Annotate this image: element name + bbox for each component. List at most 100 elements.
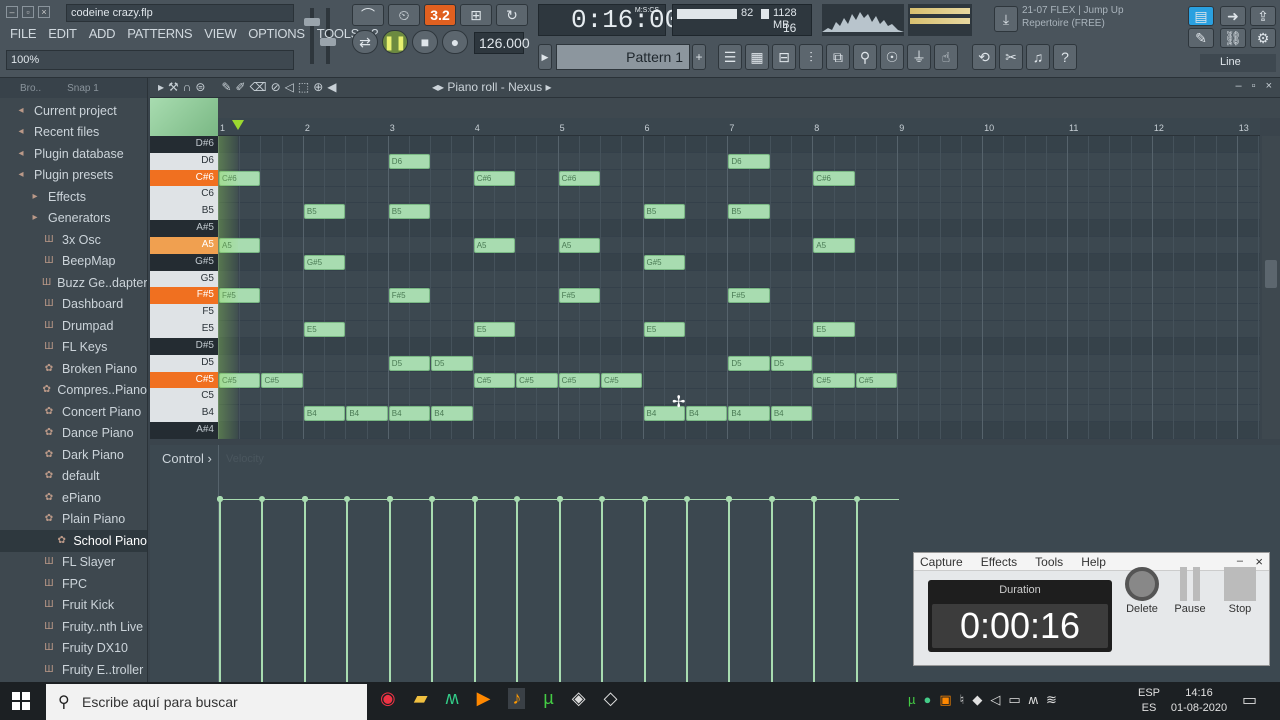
velocity-bar[interactable] bbox=[261, 499, 264, 682]
note-color-swatch[interactable] bbox=[150, 98, 218, 136]
tray-app-icon[interactable]: ◆ bbox=[972, 692, 982, 708]
velocity-bar[interactable] bbox=[473, 499, 476, 682]
piano-key[interactable]: C#6 bbox=[150, 169, 218, 187]
pr-close-icon[interactable]: × bbox=[1266, 80, 1272, 92]
touch-keyboard-icon[interactable]: ☝ bbox=[934, 44, 958, 70]
tray-utorrent-icon[interactable]: µ bbox=[908, 692, 916, 708]
piano-roll-icon[interactable]: ▦ bbox=[745, 44, 769, 70]
stop-icon[interactable]: ■ bbox=[412, 30, 438, 54]
velocity-bar[interactable] bbox=[219, 499, 221, 682]
browser-item[interactable]: Ш Buzz Ge..dapter bbox=[0, 272, 147, 294]
note[interactable]: B4 bbox=[728, 406, 770, 422]
velocity-bar[interactable] bbox=[813, 499, 816, 682]
stop-button[interactable]: Stop bbox=[1218, 567, 1262, 615]
channel-rack-icon[interactable]: ⊟ bbox=[772, 44, 796, 70]
note[interactable]: D5 bbox=[431, 355, 473, 371]
app-box-icon[interactable]: ◈ bbox=[572, 688, 586, 709]
piano-key[interactable]: C5 bbox=[150, 388, 218, 406]
tool-mode-select[interactable]: Line bbox=[1200, 54, 1276, 72]
video-editor-icon[interactable]: ▶ bbox=[477, 688, 491, 709]
browser-item[interactable]: ✿ ePiano bbox=[0, 487, 147, 509]
tray-green-icon[interactable]: ● bbox=[924, 692, 932, 708]
mute-icon[interactable]: ⊘ bbox=[271, 80, 281, 94]
browser-item[interactable]: ✿ default bbox=[0, 466, 147, 488]
piano-key[interactable]: D5 bbox=[150, 354, 218, 372]
snap-display[interactable]: 3.2 bbox=[424, 4, 456, 26]
browser-item[interactable]: ✿ Compres..Piano bbox=[0, 380, 147, 402]
note[interactable]: D6 bbox=[728, 153, 770, 169]
velocity-bar[interactable] bbox=[346, 499, 349, 682]
microphone-icon[interactable]: ♫ bbox=[1026, 44, 1050, 70]
vertical-scrollbar[interactable] bbox=[1262, 136, 1280, 439]
slice-icon[interactable]: ◁ bbox=[285, 80, 294, 94]
note[interactable]: B4 bbox=[431, 406, 473, 422]
playlist-icon[interactable]: ☰ bbox=[718, 44, 742, 70]
velocity-bar[interactable] bbox=[685, 499, 688, 682]
pause-icon[interactable]: ❚❚ bbox=[382, 30, 408, 54]
capture-menu-tools[interactable]: Tools bbox=[1035, 555, 1063, 569]
note[interactable]: C#5 bbox=[855, 372, 898, 388]
piano-key[interactable]: A#5 bbox=[150, 220, 218, 237]
note[interactable]: B4 bbox=[388, 406, 431, 422]
pattern-selector[interactable]: Pattern 1 bbox=[556, 44, 690, 70]
select-icon[interactable]: ⬚ bbox=[298, 80, 309, 94]
plug-icon[interactable]: ⏚ bbox=[907, 44, 931, 70]
browser-item[interactable]: ✿ Concert Piano bbox=[0, 401, 147, 423]
tray-m-icon[interactable]: ʍ bbox=[1029, 692, 1038, 708]
loop-record-icon[interactable]: ↻ bbox=[496, 4, 528, 26]
brush-icon[interactable]: ✎ bbox=[1188, 28, 1214, 48]
menu-item-view[interactable]: VIEW bbox=[198, 24, 242, 43]
note[interactable]: C#5 bbox=[261, 372, 303, 388]
song-mode-icon[interactable]: ⇄ bbox=[352, 30, 378, 54]
browser-icon[interactable]: ⧉ bbox=[826, 44, 850, 70]
export-icon[interactable]: ⇪ bbox=[1250, 6, 1276, 26]
wait-record-icon[interactable]: ⏲ bbox=[388, 4, 420, 26]
piano-key[interactable]: F#5 bbox=[150, 287, 218, 305]
link-icon[interactable]: ⛓ bbox=[1220, 28, 1246, 48]
note[interactable]: C#5 bbox=[813, 372, 855, 388]
note[interactable]: F#5 bbox=[388, 288, 431, 304]
note[interactable]: F#5 bbox=[558, 288, 601, 304]
browser-item[interactable]: Ш FL Keys bbox=[0, 337, 147, 359]
taskbar-search[interactable]: ⚲ Escribe aquí para buscar bbox=[46, 684, 367, 720]
step-icon[interactable]: ⊜ bbox=[195, 80, 205, 94]
browser-item[interactable]: ▸ Generators bbox=[0, 208, 147, 230]
browser-item[interactable]: ✿ School Piano bbox=[0, 530, 147, 552]
note[interactable]: C#5 bbox=[601, 372, 643, 388]
note[interactable]: B5 bbox=[303, 204, 346, 220]
piano-key[interactable]: D#5 bbox=[150, 337, 218, 355]
tempo-tap-icon[interactable]: ☉ bbox=[880, 44, 904, 70]
menu-item-file[interactable]: FILE bbox=[4, 24, 42, 43]
news-panel[interactable]: 21-07 FLEX | Jump Up Repertoire (FREE) bbox=[1022, 4, 1172, 36]
tray-battery-icon[interactable]: ▭ bbox=[1008, 692, 1020, 708]
note[interactable]: C#6 bbox=[558, 170, 601, 186]
note[interactable]: A5 bbox=[558, 237, 601, 253]
browser-item[interactable]: ◂ Plugin presets bbox=[0, 165, 147, 187]
movistar-icon[interactable]: ʍ bbox=[446, 688, 459, 709]
horizontal-scrollbar[interactable] bbox=[218, 98, 1280, 118]
browser-item[interactable]: ◂ Recent files bbox=[0, 122, 147, 144]
browser-item[interactable]: Ш FPC bbox=[0, 573, 147, 595]
note[interactable]: B4 bbox=[346, 406, 388, 422]
capture-menu-effects[interactable]: Effects bbox=[981, 555, 1017, 569]
menu-item-patterns[interactable]: PATTERNS bbox=[121, 24, 198, 43]
zoom-icon[interactable]: ⊕ bbox=[313, 80, 323, 94]
capture-close-icon[interactable]: × bbox=[1255, 554, 1263, 569]
velocity-bar[interactable] bbox=[303, 499, 306, 682]
piano-key[interactable]: B5 bbox=[150, 203, 218, 221]
restore-icon[interactable]: ▫ bbox=[22, 6, 34, 18]
piano-key[interactable]: D#6 bbox=[150, 136, 218, 153]
note[interactable]: A5 bbox=[473, 237, 516, 253]
erase-icon[interactable]: ⌫ bbox=[250, 80, 267, 94]
online-icon[interactable]: ▤ bbox=[1188, 6, 1214, 26]
pr-minimize-icon[interactable]: – bbox=[1236, 80, 1242, 92]
wrench-icon[interactable]: ⚒ bbox=[168, 80, 179, 94]
menu-item-add[interactable]: ADD bbox=[83, 24, 122, 43]
piano-key[interactable]: A5 bbox=[150, 236, 218, 254]
capture-menu-capture[interactable]: Capture bbox=[920, 555, 963, 569]
file-explorer-icon[interactable]: ▰ bbox=[414, 688, 428, 709]
note[interactable]: B4 bbox=[770, 406, 813, 422]
piano-key[interactable]: C6 bbox=[150, 186, 218, 204]
control-label[interactable]: Control › bbox=[162, 451, 212, 466]
piano-keyboard[interactable]: D#6 D6 C#6 C6 B5 A#5 A5 G#5 G5 F#5 F5 E5 D#5 D5 C#5 C5 B… bbox=[150, 136, 218, 439]
